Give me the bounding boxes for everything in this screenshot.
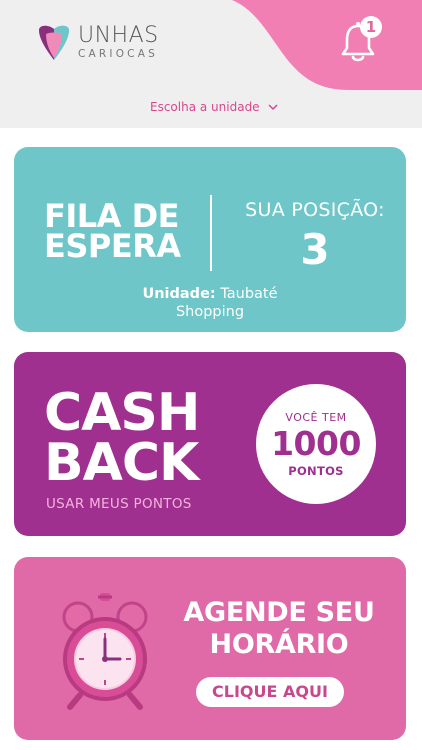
points-badge: VOCÊ TEM 1000 PONTOS bbox=[256, 384, 376, 504]
schedule-button[interactable]: CLIQUE AQUI bbox=[196, 677, 344, 707]
unit-selector-label: Escolha a unidade bbox=[150, 100, 260, 114]
alarm-clock-icon bbox=[62, 593, 148, 710]
brand-logo[interactable]: UNHAS CARIOCAS bbox=[34, 22, 159, 62]
queue-unit-info: Unidade: Taubaté Shopping bbox=[14, 285, 406, 321]
chevron-down-icon bbox=[268, 103, 278, 110]
points-prefix: VOCÊ TEM bbox=[285, 411, 347, 424]
position-value: 3 bbox=[300, 225, 330, 274]
cashback-title-line2: BACK bbox=[44, 433, 199, 493]
brand-logo-icon bbox=[39, 25, 69, 60]
points-value: 1000 bbox=[271, 424, 361, 463]
queue-title: FILA DE ESPERA bbox=[44, 200, 181, 265]
brand-subtitle: CARIOCAS bbox=[78, 47, 158, 60]
notification-badge: 1 bbox=[360, 16, 382, 38]
points-suffix: PONTOS bbox=[288, 464, 344, 478]
position-label: SUA POSIÇÃO: bbox=[245, 199, 385, 221]
schedule-title: AGENDE SEU HORÁRIO bbox=[164, 597, 394, 661]
unit-name-line1: Taubaté bbox=[220, 286, 278, 302]
queue-title-line2: ESPERA bbox=[44, 227, 181, 265]
app-header: UNHAS CARIOCAS 1 Escolha a unidade bbox=[0, 0, 422, 128]
cashback-title-line1: CASH bbox=[44, 383, 200, 443]
unit-label: Unidade: bbox=[142, 286, 216, 302]
unit-name-line2: Shopping bbox=[175, 304, 245, 320]
schedule-card[interactable]: AGENDE SEU HORÁRIO CLIQUE AQUI bbox=[14, 557, 406, 740]
schedule-title-line1: AGENDE SEU bbox=[183, 597, 375, 628]
cashback-card[interactable]: CASH BACK USAR MEUS PONTOS VOCÊ TEM 1000… bbox=[14, 352, 406, 536]
queue-card[interactable]: FILA DE ESPERA SUA POSIÇÃO: 3 Unidade: T… bbox=[14, 147, 406, 332]
cashback-title: CASH BACK bbox=[44, 383, 200, 493]
brand-name: UNHAS bbox=[78, 22, 159, 48]
unit-selector[interactable]: Escolha a unidade bbox=[150, 100, 278, 114]
divider bbox=[210, 195, 212, 271]
use-points-link[interactable]: USAR MEUS PONTOS bbox=[46, 496, 192, 512]
schedule-title-line2: HORÁRIO bbox=[209, 629, 349, 660]
